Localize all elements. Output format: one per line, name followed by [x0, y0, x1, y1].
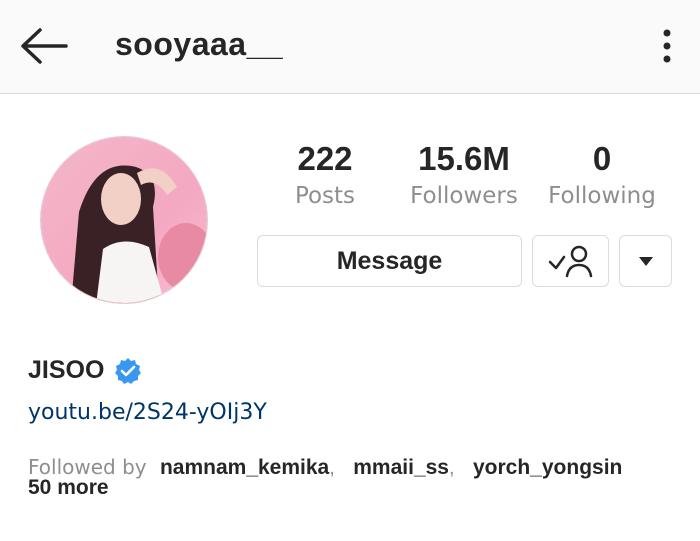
followed-by-user[interactable]: yorch_yongsin [473, 456, 622, 479]
followed-by-section: Followed by namnam_kemika, mmaii_ss, yor… [28, 456, 688, 499]
profile-avatar[interactable] [40, 136, 208, 304]
person-check-icon [548, 245, 592, 278]
stat-followers[interactable]: 15.6M Followers [400, 140, 528, 214]
message-button[interactable]: Message [257, 235, 522, 287]
profile-photo [41, 137, 207, 303]
profile-username: sooyaaa__ [115, 26, 284, 62]
posts-label: Posts [294, 183, 356, 209]
verified-badge-icon [115, 357, 142, 384]
following-label: Following [548, 183, 656, 209]
caret-down-icon [638, 257, 653, 266]
profile-display-name: JISOO [28, 356, 105, 384]
arrow-left-icon [21, 28, 68, 64]
followers-count: 15.6M [418, 140, 510, 177]
followed-by-user[interactable]: mmaii_ss [353, 456, 449, 479]
separator: , [329, 457, 335, 479]
message-button-label: Message [336, 246, 443, 275]
followed-by-user[interactable]: namnam_kemika [160, 456, 329, 479]
suggestions-dropdown-button[interactable] [619, 235, 672, 287]
separator: , [448, 457, 455, 479]
following-button[interactable] [532, 235, 609, 287]
kebab-vertical-icon [663, 29, 671, 63]
followers-label: Followers [410, 183, 518, 209]
top-bar: sooyaaa__ [0, 0, 700, 94]
back-button[interactable] [18, 24, 70, 68]
followed-by-more[interactable]: 50 more [28, 477, 688, 499]
stat-posts[interactable]: 222 Posts [280, 140, 370, 214]
stat-following[interactable]: 0 Following [542, 140, 662, 214]
profile-name-row: JISOO [28, 356, 142, 385]
posts-count: 222 [297, 140, 353, 177]
more-options-button[interactable] [652, 26, 682, 66]
bio-link[interactable]: youtu.be/2S24-yOIj3Y [28, 400, 267, 425]
following-count: 0 [592, 140, 612, 177]
